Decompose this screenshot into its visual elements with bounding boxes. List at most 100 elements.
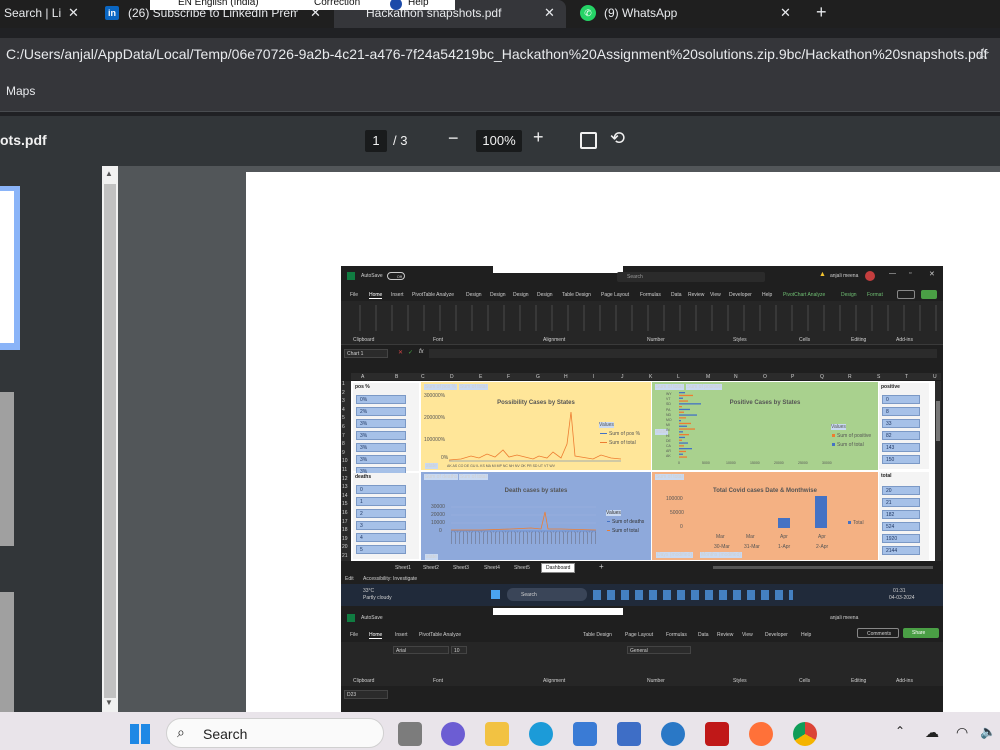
restore-icon[interactable]: ▫ xyxy=(909,270,911,277)
slicer-item[interactable]: 2144 xyxy=(882,546,920,555)
column-header[interactable]: M xyxy=(706,374,710,380)
ribbon-tab[interactable]: Design xyxy=(537,292,553,298)
slicer-item[interactable]: 150 xyxy=(882,455,920,464)
zoom-out-icon[interactable]: − xyxy=(448,128,459,149)
row-header[interactable]: 9 xyxy=(342,450,345,456)
slicer-item[interactable]: 1920 xyxy=(882,534,920,543)
row-header[interactable]: 5 xyxy=(342,415,345,421)
ribbon-tab[interactable]: File xyxy=(350,292,358,298)
row-header[interactable]: 14 xyxy=(342,493,348,499)
ribbon-tab[interactable]: Developer xyxy=(765,632,788,638)
slicer-item[interactable]: 0% xyxy=(356,395,406,404)
zoom-in-icon[interactable]: + xyxy=(533,127,544,148)
name-box[interactable]: Chart 1 xyxy=(344,349,388,358)
ribbon-tab[interactable]: Format xyxy=(867,292,883,298)
ribbon-tab[interactable]: PivotTable Analyze xyxy=(412,292,454,298)
column-header[interactable]: D xyxy=(450,374,454,380)
ribbon-tab[interactable]: Design xyxy=(466,292,482,298)
ribbon-tab[interactable]: PivotTable Analyze xyxy=(419,632,461,638)
ribbon-tab[interactable]: Developer xyxy=(729,292,752,298)
chart-death-cases[interactable]: Sum of deaths Sum of total Death cases b… xyxy=(421,472,651,560)
horizontal-scrollbar[interactable] xyxy=(713,566,933,569)
chart-field-button[interactable]: Days (modified) xyxy=(656,552,694,558)
close-icon[interactable]: ✕ xyxy=(780,5,791,21)
slicer-item[interactable]: 182 xyxy=(882,510,920,519)
ribbon-tab[interactable]: Page Layout xyxy=(601,292,629,298)
taskbar-search[interactable]: ⌕ Search xyxy=(166,718,384,748)
ribbon-tab[interactable]: Data xyxy=(671,292,682,298)
ribbon-tab[interactable]: Help xyxy=(801,632,811,638)
ribbon-tab[interactable]: PivotChart Analyze xyxy=(783,292,825,298)
column-header[interactable]: B xyxy=(395,374,398,380)
column-header[interactable]: G xyxy=(536,374,540,380)
row-header[interactable]: 2 xyxy=(342,390,345,396)
row-header[interactable]: 13 xyxy=(342,484,348,490)
ribbon-tab[interactable]: Page Layout xyxy=(625,632,653,638)
number-format-box[interactable]: General xyxy=(627,646,691,654)
embedded-search[interactable]: Search xyxy=(507,588,587,601)
scroll-up-icon[interactable]: ▲ xyxy=(105,169,113,178)
thumbnail-page-1[interactable] xyxy=(0,186,20,350)
comments-button[interactable]: Comments xyxy=(857,628,899,638)
ribbon-tab-home[interactable]: Home xyxy=(369,292,383,299)
sheet-tab[interactable]: Sheet1 xyxy=(395,565,411,571)
ribbon-tab[interactable]: Help xyxy=(762,292,772,298)
slicer-total[interactable]: total 20 21 182 524 1920 2144 xyxy=(879,472,929,560)
minimize-icon[interactable]: — xyxy=(889,270,896,277)
volume-icon[interactable]: 🔈 xyxy=(980,724,996,740)
cloud-icon[interactable]: ☁ xyxy=(925,724,939,741)
ribbon-tab[interactable]: Table Design xyxy=(583,632,612,638)
column-header[interactable]: L xyxy=(677,374,680,380)
enter-icon[interactable]: ✓ xyxy=(408,349,413,356)
column-header[interactable]: F xyxy=(507,374,510,380)
ribbon-tab[interactable]: Design xyxy=(490,292,506,298)
row-header[interactable]: 12 xyxy=(342,476,348,482)
comments-icon[interactable] xyxy=(897,290,915,299)
column-header[interactable]: A xyxy=(361,374,364,380)
chart-field-button[interactable]: Months (modified) xyxy=(700,552,743,558)
cancel-icon[interactable]: ✕ xyxy=(398,349,403,356)
slicer-item[interactable]: 3% xyxy=(356,455,406,464)
row-header[interactable]: 15 xyxy=(342,501,348,507)
correction-label[interactable]: Correction xyxy=(314,0,360,8)
wifi-icon[interactable]: ◠ xyxy=(956,724,968,741)
sidebar-scrollbar[interactable]: ▲ ▼ xyxy=(102,166,118,712)
row-header[interactable]: 20 xyxy=(342,544,348,550)
row-header[interactable]: 18 xyxy=(342,527,348,533)
share-button[interactable]: Share xyxy=(903,628,939,638)
function-icon[interactable]: fx xyxy=(419,349,424,355)
ribbon-tab[interactable]: Insert xyxy=(395,632,408,638)
close-icon[interactable]: ✕ xyxy=(68,5,79,21)
slicer-item[interactable]: 5 xyxy=(356,545,406,554)
chrome-icon[interactable] xyxy=(793,722,817,746)
slicer-item[interactable]: 21 xyxy=(882,498,920,507)
windows-start-icon[interactable] xyxy=(130,724,150,744)
sheet-tab-active[interactable]: Dashboard xyxy=(541,563,576,573)
user-avatar[interactable] xyxy=(865,271,875,281)
page-number-input[interactable]: 1 xyxy=(365,130,387,152)
excel-search-box[interactable]: Search xyxy=(617,272,765,282)
ribbon-tab[interactable]: Review xyxy=(717,632,733,638)
chart-field-button[interactable]: state xyxy=(425,463,438,469)
start-icon[interactable] xyxy=(491,590,500,599)
close-icon[interactable]: ✕ xyxy=(929,270,935,278)
row-header[interactable]: 4 xyxy=(342,407,345,413)
help-label[interactable]: Help xyxy=(408,0,429,8)
slicer-pos-percent[interactable]: pos % 0% 2% 3% 3% 3% 3% 3% xyxy=(353,383,419,476)
slicer-item[interactable]: 3% xyxy=(356,443,406,452)
row-header[interactable]: 10 xyxy=(342,458,348,464)
edge-icon[interactable] xyxy=(529,722,553,746)
slicer-item[interactable]: 20 xyxy=(882,486,920,495)
ribbon-tab-home[interactable]: Home xyxy=(369,632,383,639)
autosave-toggle[interactable]: Off xyxy=(387,272,405,280)
zoom-input[interactable]: 100% xyxy=(476,130,522,152)
fit-page-icon[interactable] xyxy=(580,132,597,149)
column-header[interactable]: T xyxy=(905,374,908,380)
column-header[interactable]: R xyxy=(848,374,852,380)
ribbon-tab[interactable]: Insert xyxy=(391,292,404,298)
slicer-positive[interactable]: positive 0 8 33 82 143 150 xyxy=(879,383,929,469)
share-icon[interactable] xyxy=(921,290,937,299)
font-name-box[interactable]: Arial xyxy=(393,646,449,654)
font-size-box[interactable]: 10 xyxy=(451,646,467,654)
row-header[interactable]: 17 xyxy=(342,519,348,525)
